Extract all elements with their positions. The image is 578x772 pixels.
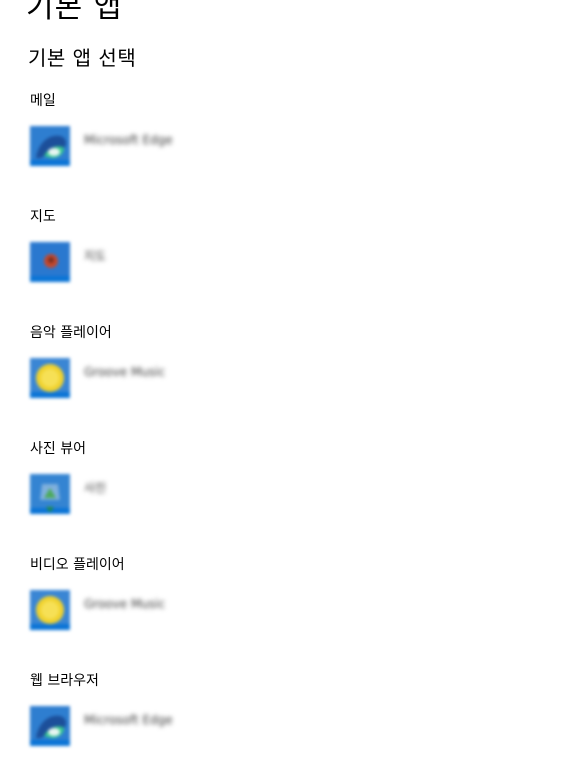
default-browser-app-button[interactable]: Microsoft Edge (30, 706, 290, 746)
category-label: 사진 뷰어 (30, 441, 86, 457)
category-video-player: 비디오 플레이어 Groove Music (30, 556, 550, 630)
default-video-app-button[interactable]: Groove Music (30, 590, 290, 630)
default-maps-app-button[interactable]: 지도 (30, 242, 290, 282)
section-title: 기본 앱 선택 (28, 46, 137, 70)
default-apps-page: 기본 앱 기본 앱 선택 메일 Microsoft Edge 지도 지도 음악 … (0, 0, 578, 772)
category-maps: 지도 지도 (30, 208, 550, 282)
category-label: 메일 (30, 93, 56, 109)
app-name: 지도 (84, 249, 107, 263)
category-label: 비디오 플레이어 (30, 557, 125, 573)
groove-music-icon (30, 590, 70, 630)
edge-icon (30, 706, 70, 746)
default-mail-app-button[interactable]: Microsoft Edge (30, 126, 290, 166)
category-label: 지도 (30, 209, 56, 225)
app-name: 사진 (84, 481, 107, 495)
groove-music-icon (30, 358, 70, 398)
default-photo-app-button[interactable]: 사진 (30, 474, 290, 514)
app-name: Microsoft Edge (84, 713, 173, 727)
category-photo-viewer: 사진 뷰어 사진 (30, 440, 550, 514)
category-web-browser: 웹 브라우저 Microsoft Edge (30, 672, 550, 746)
photos-icon (30, 474, 70, 514)
page-title: 기본 앱 (26, 0, 123, 25)
category-music-player: 음악 플레이어 Groove Music (30, 324, 550, 398)
maps-icon (30, 242, 70, 282)
app-name: Groove Music (84, 365, 166, 379)
category-mail: 메일 Microsoft Edge (30, 92, 550, 166)
category-label: 음악 플레이어 (30, 325, 112, 341)
app-name: Groove Music (84, 597, 166, 611)
category-label: 웹 브라우저 (30, 673, 99, 689)
app-name: Microsoft Edge (84, 133, 173, 147)
default-music-app-button[interactable]: Groove Music (30, 358, 290, 398)
edge-icon (30, 126, 70, 166)
